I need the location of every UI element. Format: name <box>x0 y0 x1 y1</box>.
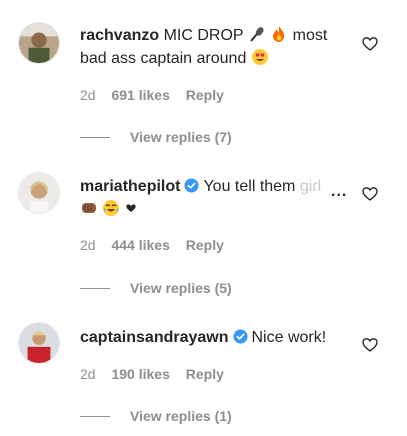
view-replies-button[interactable]: View replies (1) <box>80 408 232 424</box>
timestamp: 2d <box>80 237 96 253</box>
comment-meta: 2d 691 likes Reply <box>80 87 236 103</box>
username[interactable]: mariathepilot <box>80 178 180 195</box>
verified-badge-icon <box>184 178 199 193</box>
avatar[interactable] <box>18 172 60 214</box>
comment-meta: 2d 444 likes Reply <box>80 237 236 253</box>
reply-button[interactable]: Reply <box>186 87 224 103</box>
comment-meta: 2d 190 likes Reply <box>80 366 236 382</box>
like-heart-icon[interactable] <box>362 186 378 202</box>
comment-text-part: bad ass captain around <box>80 50 247 67</box>
like-heart-icon[interactable] <box>362 36 378 52</box>
fist-bump-icon <box>82 203 96 213</box>
black-heart-icon <box>126 204 136 212</box>
comment-text: rachvanzo MIC DROP most bad ass captain … <box>80 24 360 70</box>
avatar[interactable] <box>18 22 60 64</box>
view-replies-label: View replies (5) <box>130 280 232 296</box>
comment-text-faded: girl <box>299 178 322 195</box>
view-replies-label: View replies (1) <box>130 408 232 424</box>
comment-text-part: most <box>292 27 328 44</box>
comment-text-part: You tell them <box>203 178 296 195</box>
comment-text-part: Nice work! <box>251 329 327 346</box>
likes-count[interactable]: 691 likes <box>111 87 169 103</box>
avatar[interactable] <box>18 322 60 364</box>
reply-button[interactable]: Reply <box>186 366 224 382</box>
username[interactable]: rachvanzo <box>80 27 159 44</box>
comment-text-part: MIC DROP <box>163 27 244 44</box>
timestamp: 2d <box>80 87 96 103</box>
comment-text: mariathepilot You tell them girl <box>80 175 350 221</box>
tears-of-joy-icon <box>103 200 120 216</box>
timestamp: 2d <box>80 366 96 382</box>
divider-line <box>80 415 110 417</box>
like-heart-icon[interactable] <box>362 337 378 353</box>
likes-count[interactable]: 444 likes <box>111 237 169 253</box>
view-replies-button[interactable]: View replies (7) <box>80 129 232 145</box>
view-replies-label: View replies (7) <box>130 129 232 145</box>
fire-icon <box>273 26 285 42</box>
verified-badge-icon <box>232 329 248 344</box>
heart-eyes-icon <box>251 49 268 65</box>
username[interactable]: captainsandrayawn <box>80 329 229 346</box>
divider-line <box>80 136 110 138</box>
more-text-button[interactable]: ... <box>331 183 347 201</box>
comment-text: captainsandrayawn Nice work! <box>80 326 360 349</box>
likes-count[interactable]: 190 likes <box>111 366 169 382</box>
divider-line <box>80 287 110 289</box>
view-replies-button[interactable]: View replies (5) <box>80 280 232 296</box>
reply-button[interactable]: Reply <box>186 237 224 253</box>
microphone-icon <box>250 27 264 42</box>
